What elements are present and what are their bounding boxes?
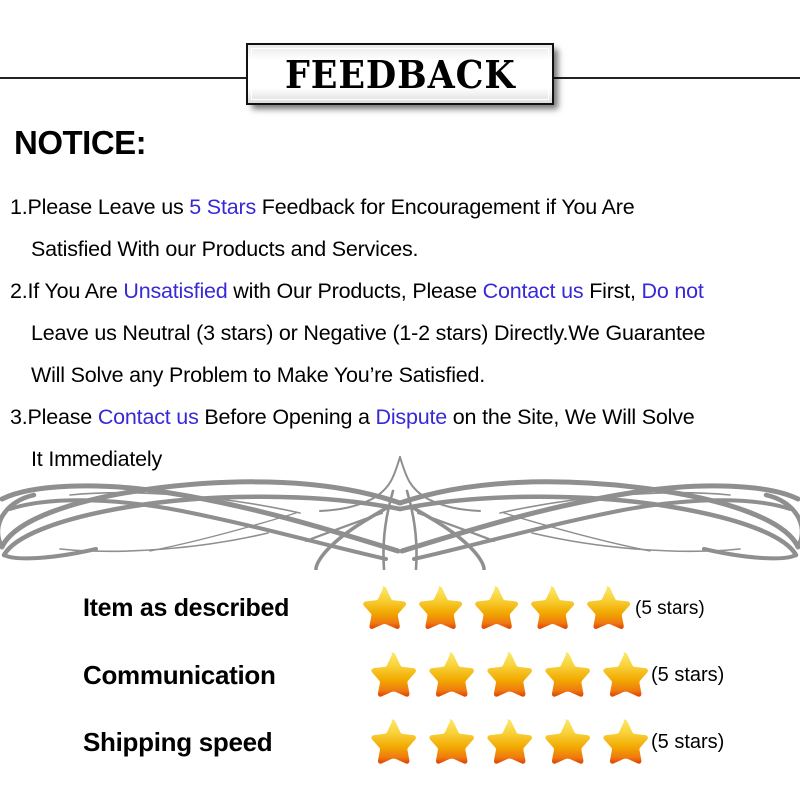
rating-label: Communication bbox=[83, 660, 276, 690]
star-icon bbox=[423, 716, 477, 770]
notice-highlight-text: Do not bbox=[641, 279, 704, 303]
star-icon bbox=[539, 716, 593, 770]
rating-row: Shipping speed (5 stars) bbox=[0, 709, 800, 776]
header-rule-left bbox=[0, 77, 248, 79]
feedback-title-box: FEEDBACK bbox=[246, 43, 554, 105]
notice-line: Will Solve any Problem to Make You’re Sa… bbox=[0, 354, 800, 396]
star-icon bbox=[357, 583, 409, 635]
rating-row: Communication (5 stars) bbox=[0, 642, 800, 709]
star-icon bbox=[469, 583, 521, 635]
feedback-header-banner: FEEDBACK bbox=[0, 40, 800, 112]
star-rating bbox=[365, 716, 651, 770]
notice-line: Satisfied With our Products and Services… bbox=[0, 228, 800, 270]
notice-text: 3.Please bbox=[10, 405, 98, 429]
page-title: FEEDBACK bbox=[284, 51, 516, 97]
star-icon bbox=[365, 649, 419, 703]
notice-text: with Our Products, Please bbox=[227, 279, 483, 303]
star-icon bbox=[525, 583, 577, 635]
header-rule-right bbox=[552, 77, 800, 79]
star-icon bbox=[597, 649, 651, 703]
star-count-caption: (5 stars) bbox=[651, 731, 725, 753]
star-rating bbox=[365, 649, 651, 703]
star-count-caption: (5 stars) bbox=[651, 664, 725, 686]
star-icon bbox=[481, 716, 535, 770]
star-rating bbox=[357, 583, 633, 635]
notice-text: Leave us Neutral (3 stars) or Negative (… bbox=[31, 321, 706, 345]
notice-list: 1.Please Leave us 5 Stars Feedback for E… bbox=[0, 186, 800, 480]
star-count-caption: (5 stars) bbox=[635, 597, 705, 619]
notice-text: First, bbox=[583, 279, 642, 303]
rating-label: Item as described bbox=[83, 594, 290, 622]
rating-label: Shipping speed bbox=[83, 727, 273, 757]
notice-text: on the Site, We Will Solve bbox=[447, 405, 695, 429]
notice-highlight-text: Unsatisfied bbox=[123, 279, 228, 303]
star-icon bbox=[423, 649, 477, 703]
notice-text: Before Opening a bbox=[198, 405, 376, 429]
notice-text: Will Solve any Problem to Make You’re Sa… bbox=[31, 363, 486, 387]
notice-text: 1.Please Leave us bbox=[10, 195, 190, 219]
notice-highlight-text: 5 Stars bbox=[189, 195, 262, 219]
notice-highlight-text: Dispute bbox=[375, 405, 448, 429]
rating-row: Item as described (5 stars) bbox=[0, 575, 800, 642]
notice-text: 2.If You Are bbox=[10, 279, 124, 303]
notice-line: 1.Please Leave us 5 Stars Feedback for E… bbox=[0, 186, 800, 228]
ratings-section: Item as described (5 stars) Communication (… bbox=[0, 575, 800, 776]
notice-line: 2.If You Are Unsatisfied with Our Produc… bbox=[0, 270, 800, 312]
flourish-divider-icon bbox=[0, 455, 800, 571]
star-icon bbox=[597, 716, 651, 770]
star-icon bbox=[539, 649, 593, 703]
notice-heading: NOTICE: bbox=[14, 124, 147, 161]
star-icon bbox=[365, 716, 419, 770]
notice-text: Satisfied With our Products and Services… bbox=[31, 237, 419, 261]
notice-highlight-text: Contact us bbox=[482, 279, 584, 303]
notice-text: Feedback for Encouragement if You Are bbox=[261, 195, 635, 219]
notice-line: 3.Please Contact us Before Opening a Dis… bbox=[0, 396, 800, 438]
star-icon bbox=[481, 649, 535, 703]
notice-line: Leave us Neutral (3 stars) or Negative (… bbox=[0, 312, 800, 354]
star-icon bbox=[581, 583, 633, 635]
notice-highlight-text: Contact us bbox=[97, 405, 199, 429]
star-icon bbox=[413, 583, 465, 635]
